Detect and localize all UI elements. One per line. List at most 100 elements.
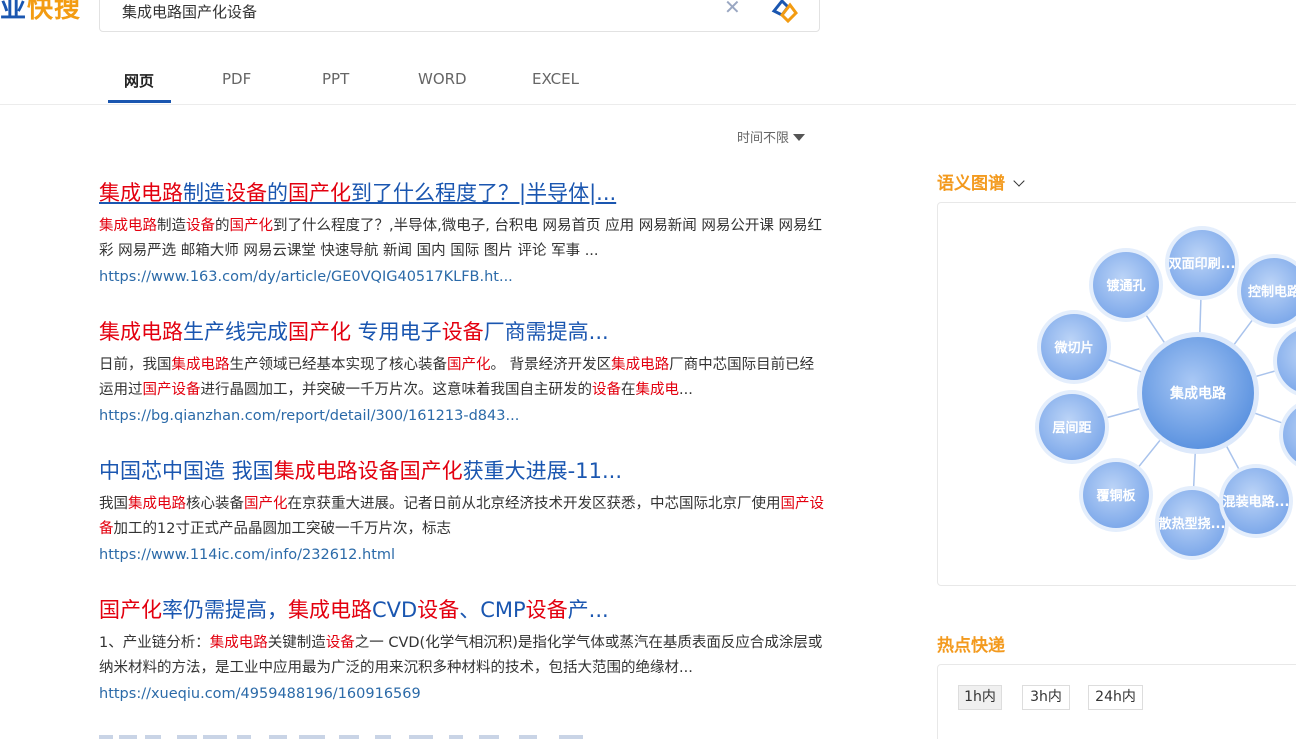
close-icon[interactable]: ✕ (724, 0, 741, 19)
highlighted-keyword: 集成电路 (128, 496, 186, 512)
result-url[interactable]: https://bg.qianzhan.com/report/detail/30… (99, 408, 824, 424)
graph-node[interactable]: 散热型挠... (1155, 486, 1229, 560)
graph-node-label: 微切片 (1053, 340, 1093, 356)
highlighted-keyword: 国产化 (288, 320, 351, 344)
graph-node[interactable]: 镀通孔 (1089, 248, 1163, 322)
text-segment: 厂商需提高... (483, 320, 609, 344)
highlighted-keyword: 设备 (325, 635, 355, 651)
filter-1h-button[interactable]: 1h内 (958, 685, 1002, 710)
graph-node[interactable]: 微切片 (1037, 310, 1111, 384)
tab-web[interactable]: 网页 (124, 70, 154, 91)
highlighted-keyword: 国产化 (229, 218, 274, 234)
graph-node[interactable]: 控制电路 (1237, 254, 1296, 328)
text-segment: 获重大进展-11... (462, 459, 623, 483)
result-snippet: 集成电路制造设备的国产化到了什么程度了？,半导体,微电子, 台积电 网易首页 应… (99, 214, 824, 264)
highlighted-keyword: 设备 (186, 218, 215, 234)
tab-excel[interactable]: EXCEL (532, 70, 579, 88)
hot-news-title: 热点快递 (937, 636, 1005, 656)
filter-24h-button[interactable]: 24h内 (1088, 685, 1143, 710)
search-logo-icon[interactable] (766, 0, 802, 27)
time-filter-label: 时间不限 (737, 131, 790, 146)
graph-node-label: 覆铜板 (1096, 488, 1136, 504)
caret-down-icon (793, 134, 806, 141)
result-snippet: 日前，我国集成电路生产领域已经基本实现了核心装备国产化。 背景经济开发区集成电路… (99, 353, 824, 403)
text-segment: ... (679, 382, 693, 398)
highlighted-keyword: 设备 (417, 598, 460, 622)
text-segment: 1、产业链分析： (99, 635, 210, 651)
highlighted-keyword: 集成电路 (99, 181, 183, 205)
text-segment: 的 (215, 218, 230, 234)
semantic-graph: 镀通孔 双面印刷... 控制电路微切片层间距覆铜板 散热型挠... 混装电路... 集成电… (1035, 226, 1296, 560)
text-segment: 的 (267, 181, 288, 205)
text-segment: 生产领域已经基本实现了核心装备 (229, 357, 448, 373)
result-title-link[interactable]: 集成电路制造设备的国产化到了什么程度了？|半导体|... (99, 176, 824, 210)
semantic-graph-title: 语义图谱 (937, 174, 1005, 194)
site-logo[interactable]: 业快搜 (0, 0, 81, 25)
text-segment: CVD (372, 598, 418, 622)
highlighted-keyword: 设备 (592, 382, 621, 398)
time-filter-dropdown[interactable]: 时间不限 (737, 127, 806, 146)
highlighted-keyword: 国产化 (447, 357, 491, 373)
text-segment: 到了什么程度了？|半导体|... (351, 181, 617, 205)
hot-news-panel: 1h内 3h内 24h内 (937, 664, 1296, 739)
next-result-cut-off (99, 735, 583, 739)
result-title-link[interactable]: 集成电路生产线完成国产化 专用电子设备厂商需提高... (99, 315, 824, 349)
graph-node-label: 混装电路... (1223, 494, 1290, 510)
result-url[interactable]: https://www.114ic.com/info/232612.html (99, 547, 824, 563)
active-tab-indicator (108, 100, 171, 103)
highlighted-keyword: 集成电路 (171, 357, 230, 373)
graph-node[interactable] (1273, 324, 1296, 398)
highlighted-keyword: 集成电路 (99, 320, 183, 344)
text-segment: 日前，我国 (99, 357, 172, 373)
highlighted-keyword: 设备 (441, 320, 484, 344)
highlighted-keyword: 设备 (225, 181, 267, 205)
tabs-divider (0, 104, 1296, 105)
highlighted-keyword: 设备 (525, 598, 568, 622)
text-segment: 率仍需提高， (162, 598, 288, 622)
search-input[interactable] (122, 0, 702, 23)
result-snippet: 我国集成电路核心装备国产化在京获重大进展。记者日前从北京经济技术开发区获悉，中芯… (99, 492, 824, 542)
tab-word[interactable]: WORD (418, 70, 467, 88)
graph-node-label: 控制电路 (1248, 284, 1296, 300)
search-result: 集成电路制造设备的国产化到了什么程度了？|半导体|... 集成电路制造设备的国产… (99, 176, 824, 285)
graph-node[interactable]: 层间距 (1035, 390, 1109, 464)
highlighted-keyword: 集成电路 (99, 218, 157, 234)
highlighted-keyword: 国产化 (288, 181, 351, 205)
text-segment: 产... (567, 598, 609, 622)
chevron-down-icon[interactable] (1013, 175, 1025, 187)
tab-pdf[interactable]: PDF (222, 70, 251, 88)
text-segment: 、CMP (459, 598, 526, 622)
text-segment: 在京获重大进展。记者日前从北京经济技术开发区获悉，中芯国际北京厂使用 (287, 496, 781, 512)
text-segment: 关键制造 (267, 635, 326, 651)
result-title-link[interactable]: 国产化率仍需提高，集成电路CVD设备、CMP设备产... (99, 593, 824, 627)
text-segment: 制造 (183, 181, 225, 205)
text-segment: 我国 (99, 496, 128, 512)
text-segment: 。 背景经济开发区 (490, 357, 612, 373)
graph-node-label: 镀通孔 (1106, 278, 1145, 294)
graph-center-node[interactable]: 集成电路 (1137, 332, 1259, 454)
result-url[interactable]: https://xueqiu.com/4959488196/160916569 (99, 686, 824, 702)
highlighted-keyword: 集成电路 (209, 635, 268, 651)
highlighted-keyword: 国产设备 (142, 382, 201, 398)
graph-node[interactable]: 覆铜板 (1079, 458, 1153, 532)
highlighted-keyword: 集成电路 (288, 598, 372, 622)
highlighted-keyword: 国产化 (244, 496, 288, 512)
filter-3h-button[interactable]: 3h内 (1022, 685, 1070, 710)
result-url[interactable]: https://www.163.com/dy/article/GE0VQIG40… (99, 269, 824, 285)
tab-ppt[interactable]: PPT (322, 70, 349, 88)
text-segment: 中国芯中国造 我国 (99, 459, 274, 483)
search-result: 中国芯中国造 我国集成电路设备国产化获重大进展-11... 我国集成电路核心装备… (99, 454, 824, 563)
graph-node[interactable]: 混装电路... (1219, 464, 1293, 538)
search-box: ✕ (99, 0, 820, 32)
result-title-link[interactable]: 中国芯中国造 我国集成电路设备国产化获重大进展-11... (99, 454, 824, 488)
text-segment: 生产线完成 (183, 320, 288, 344)
graph-node[interactable]: 双面印刷... (1165, 226, 1239, 300)
logo-part-1: 业 (0, 0, 28, 24)
text-segment: 在 (621, 382, 636, 398)
highlighted-keyword: 集成电 (635, 382, 680, 398)
graph-node[interactable] (1279, 398, 1296, 472)
logo-part-2: 快搜 (27, 0, 82, 24)
graph-center-label: 集成电路 (1169, 385, 1227, 402)
semantic-graph-heading: 语义图谱 (937, 169, 1025, 194)
text-segment: 专用电子 (351, 320, 442, 344)
